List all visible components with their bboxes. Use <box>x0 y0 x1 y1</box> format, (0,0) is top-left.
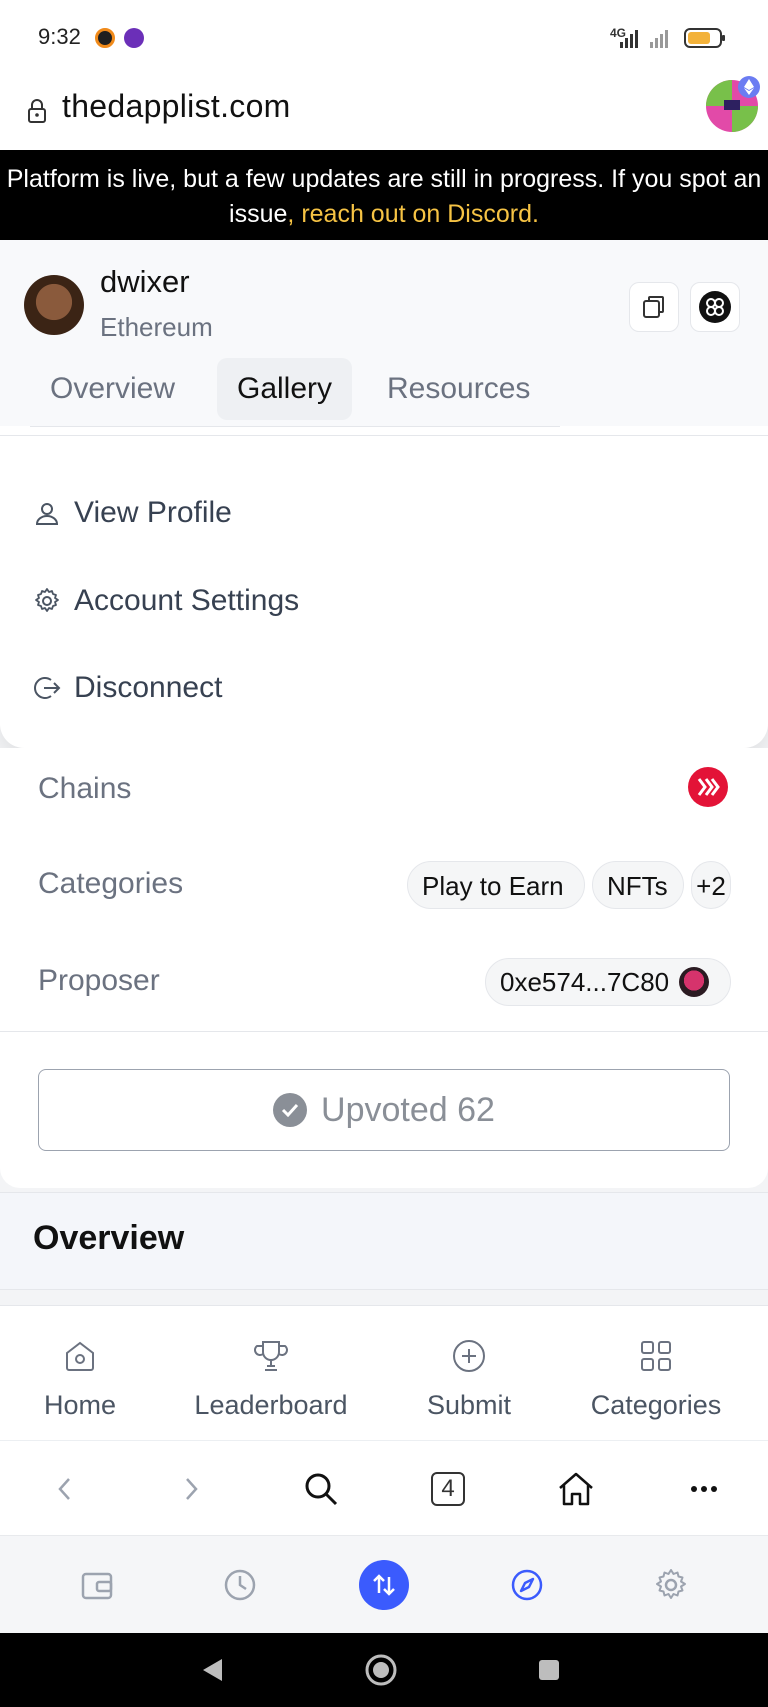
compass-icon <box>511 1569 543 1601</box>
app-notification-icon <box>95 28 115 48</box>
system-nav-bar <box>0 1633 768 1707</box>
system-recents-button[interactable] <box>509 1633 589 1707</box>
chevron-left-icon <box>58 1477 70 1500</box>
grid-icon <box>639 1336 673 1376</box>
chevron-right-icon <box>186 1477 198 1500</box>
user-icon <box>32 498 62 528</box>
circle-home-icon <box>365 1654 397 1686</box>
plus-circle-icon <box>452 1336 486 1376</box>
profile-header: dwixer Ethereum <box>0 240 768 350</box>
nav-leaderboard[interactable]: Leaderboard <box>181 1306 361 1441</box>
gear-icon <box>656 1569 686 1599</box>
discord-link[interactable]: , reach out on Discord. <box>287 200 539 228</box>
categories-row: Categories Play to Earn NFTs +2 <box>0 837 768 935</box>
browser-tab[interactable] <box>487 1536 567 1634</box>
more-button[interactable] <box>664 1441 744 1536</box>
profile-username: dwixer <box>100 264 190 299</box>
disconnect-menu-item[interactable]: Disconnect <box>32 658 222 718</box>
system-back-button[interactable] <box>173 1633 253 1707</box>
signal-icon <box>620 30 668 48</box>
panel-divider <box>0 435 768 436</box>
triangle-back-icon <box>203 1659 222 1681</box>
user-menu-panel: dwixer Ethereum Overview Gallery Resourc… <box>0 240 768 748</box>
categories-label: Categories <box>38 867 184 900</box>
announcement-banner: Platform is live, but a few updates are … <box>0 150 768 240</box>
overview-section: Overview <box>0 1192 768 1290</box>
tab-bar: Overview Gallery Resources <box>0 350 768 426</box>
swap-tab[interactable] <box>344 1536 424 1634</box>
battery-icon <box>684 28 725 48</box>
nav-submit-label: Submit <box>426 1390 512 1420</box>
proposer-label: Proposer <box>38 964 160 997</box>
ens-button[interactable] <box>690 282 740 332</box>
search-button[interactable] <box>281 1441 361 1536</box>
nav-home-label: Home <box>43 1390 117 1420</box>
wallet-app-bar <box>0 1535 768 1634</box>
chains-row: Chains <box>0 748 768 838</box>
status-bar: 9:32 4G <box>0 0 768 72</box>
account-settings-menu-item[interactable]: Account Settings <box>32 571 299 631</box>
proposer-avatar-icon <box>679 967 710 997</box>
chains-label: Chains <box>38 772 132 805</box>
settings-tab[interactable] <box>631 1536 711 1634</box>
view-profile-label: View Profile <box>74 496 232 529</box>
account-settings-label: Account Settings <box>74 584 300 617</box>
address-bar[interactable]: thedapplist.com <box>0 72 768 151</box>
tabs-button[interactable]: 4 <box>408 1441 488 1536</box>
home-icon <box>63 1336 97 1376</box>
hive-chain-icon[interactable] <box>688 767 728 807</box>
square-recents-icon <box>539 1660 559 1680</box>
category-chip[interactable]: Play to Earn <box>407 861 585 909</box>
category-chip[interactable]: NFTs <box>592 861 684 909</box>
tab-gallery[interactable]: Gallery <box>217 358 353 420</box>
app-notification-icon <box>124 28 144 48</box>
tab-count: 4 <box>441 1474 455 1502</box>
copy-button[interactable] <box>629 282 679 332</box>
tab-resources[interactable]: Resources <box>367 358 550 420</box>
tabs-count-icon: 4 <box>431 1471 465 1506</box>
proposer-row: Proposer 0xe574...7C80 <box>0 934 768 1032</box>
tab-overview[interactable]: Overview <box>30 358 195 420</box>
home-icon <box>559 1472 593 1505</box>
copy-icon <box>643 296 664 318</box>
site-bottom-nav: Home Leaderboard Submit Categories <box>0 1305 768 1441</box>
proposer-address: 0xe574...7C80 <box>500 967 670 997</box>
system-home-button[interactable] <box>341 1633 421 1707</box>
more-categories-chip[interactable]: +2 <box>691 861 731 909</box>
nav-categories[interactable]: Categories <box>566 1306 746 1441</box>
wallet-tab[interactable] <box>57 1536 137 1634</box>
view-profile-menu-item[interactable]: View Profile <box>32 483 232 543</box>
logout-icon <box>32 673 62 703</box>
proposer-chip[interactable]: 0xe574...7C80 <box>485 958 731 1006</box>
nav-submit[interactable]: Submit <box>379 1306 559 1441</box>
ethereum-badge-icon <box>738 76 760 98</box>
upvote-label: Upvoted 62 <box>321 1090 495 1129</box>
forward-button[interactable] <box>151 1441 231 1536</box>
upvote-button[interactable]: Upvoted 62 <box>38 1069 730 1151</box>
gear-icon <box>32 586 62 616</box>
search-icon <box>305 1473 338 1505</box>
profile-network: Ethereum <box>100 312 213 342</box>
status-time: 9:32 <box>38 24 81 49</box>
check-circle-icon <box>273 1093 308 1127</box>
swap-icon <box>359 1560 409 1610</box>
disconnect-label: Disconnect <box>74 671 223 704</box>
lock-icon <box>28 99 46 123</box>
clock-icon <box>224 1569 256 1601</box>
trophy-icon <box>253 1336 289 1376</box>
user-avatar[interactable] <box>24 275 84 335</box>
more-dots-icon <box>691 1485 717 1492</box>
url-text[interactable]: thedapplist.com <box>62 88 291 125</box>
overview-title: Overview <box>33 1219 185 1257</box>
history-tab[interactable] <box>200 1536 280 1634</box>
back-button[interactable] <box>25 1441 105 1536</box>
nav-home[interactable]: Home <box>0 1306 170 1441</box>
browser-toolbar: 4 <box>0 1440 768 1536</box>
browser-home-button[interactable] <box>536 1441 616 1536</box>
nav-categories-label: Categories <box>590 1390 722 1420</box>
nav-leaderboard-label: Leaderboard <box>194 1390 348 1420</box>
web3-logo-icon <box>699 291 731 323</box>
wallet-icon <box>81 1572 113 1600</box>
tab-divider <box>30 426 560 427</box>
